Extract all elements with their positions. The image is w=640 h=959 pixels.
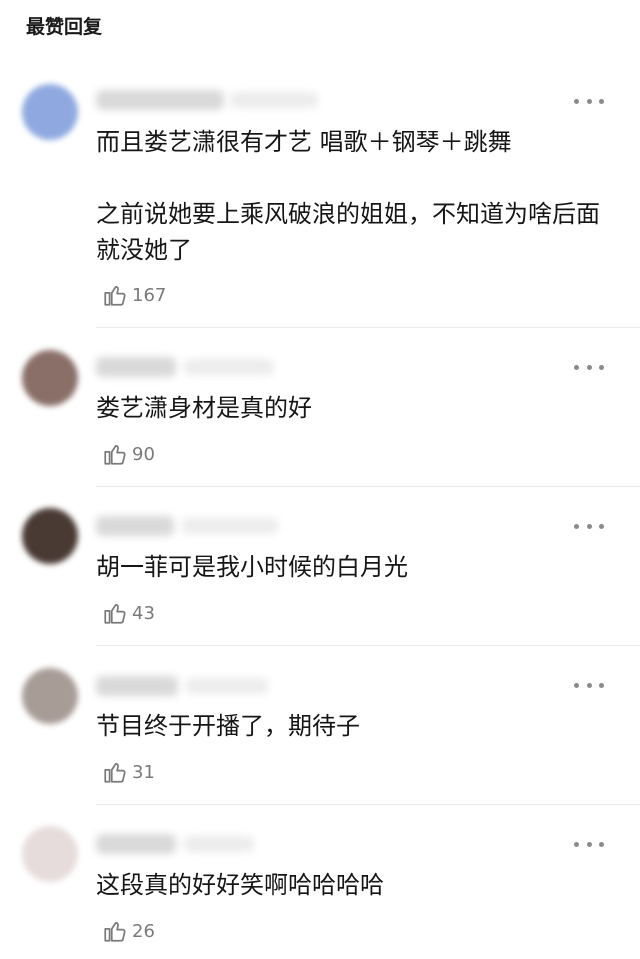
like-button[interactable]: 43 xyxy=(102,599,155,627)
username-blurred[interactable] xyxy=(96,90,224,110)
thumbs-up-icon xyxy=(104,445,126,465)
more-options-button[interactable] xyxy=(574,680,604,690)
username-blurred[interactable] xyxy=(96,357,176,377)
comment-paragraph: 之前说她要上乘风破浪的姐姐，不知道为啥后面就没她了 xyxy=(96,200,600,264)
timestamp-blurred xyxy=(184,836,254,852)
comment-text: 娄艺潇身材是真的好 xyxy=(96,390,616,426)
thumbs-up-icon xyxy=(104,604,126,624)
like-count: 90 xyxy=(132,443,155,465)
thumbs-up-icon xyxy=(104,922,126,942)
like-button[interactable]: 31 xyxy=(102,758,155,786)
avatar[interactable] xyxy=(22,826,78,882)
like-button[interactable]: 167 xyxy=(102,281,166,309)
thumbs-up-icon xyxy=(104,763,126,783)
thumbs-up-icon xyxy=(104,286,126,306)
comment-paragraph: 娄艺潇身材是真的好 xyxy=(96,394,312,422)
like-count: 31 xyxy=(132,761,155,783)
comment-paragraph: 节目终于开播了，期待子 xyxy=(96,712,360,740)
comment-text: 节目终于开播了，期待子 xyxy=(96,708,616,744)
more-options-button[interactable] xyxy=(574,362,604,372)
comment-text: 而且娄艺潇很有才艺 唱歌＋钢琴＋跳舞 之前说她要上乘风破浪的姐姐，不知道为啥后面… xyxy=(96,124,616,268)
section-title: 最赞回复 xyxy=(26,16,103,38)
avatar[interactable] xyxy=(22,350,78,406)
like-button[interactable]: 90 xyxy=(102,440,155,468)
username-blurred[interactable] xyxy=(96,516,174,536)
comment-paragraph: 胡一菲可是我小时候的白月光 xyxy=(96,553,408,581)
timestamp-blurred xyxy=(186,678,268,694)
more-options-button[interactable] xyxy=(574,839,604,849)
divider xyxy=(96,327,640,328)
comment-paragraph: 而且娄艺潇很有才艺 唱歌＋钢琴＋跳舞 xyxy=(96,128,512,156)
like-count: 43 xyxy=(132,602,155,624)
divider xyxy=(96,804,640,805)
divider xyxy=(96,645,640,646)
comment-text: 胡一菲可是我小时候的白月光 xyxy=(96,549,616,585)
avatar[interactable] xyxy=(22,508,78,564)
timestamp-blurred xyxy=(230,92,318,108)
like-count: 167 xyxy=(132,284,167,306)
more-options-button[interactable] xyxy=(574,96,604,106)
like-button[interactable]: 26 xyxy=(102,917,155,945)
avatar[interactable] xyxy=(22,84,78,140)
username-blurred[interactable] xyxy=(96,834,176,854)
avatar[interactable] xyxy=(22,668,78,724)
timestamp-blurred xyxy=(184,359,274,375)
comment-paragraph: 这段真的好好笑啊哈哈哈哈 xyxy=(96,871,384,899)
more-options-button[interactable] xyxy=(574,521,604,531)
username-blurred[interactable] xyxy=(96,676,178,696)
comment-text: 这段真的好好笑啊哈哈哈哈 xyxy=(96,867,616,903)
divider xyxy=(96,486,640,487)
timestamp-blurred xyxy=(182,518,278,534)
like-count: 26 xyxy=(132,920,155,942)
